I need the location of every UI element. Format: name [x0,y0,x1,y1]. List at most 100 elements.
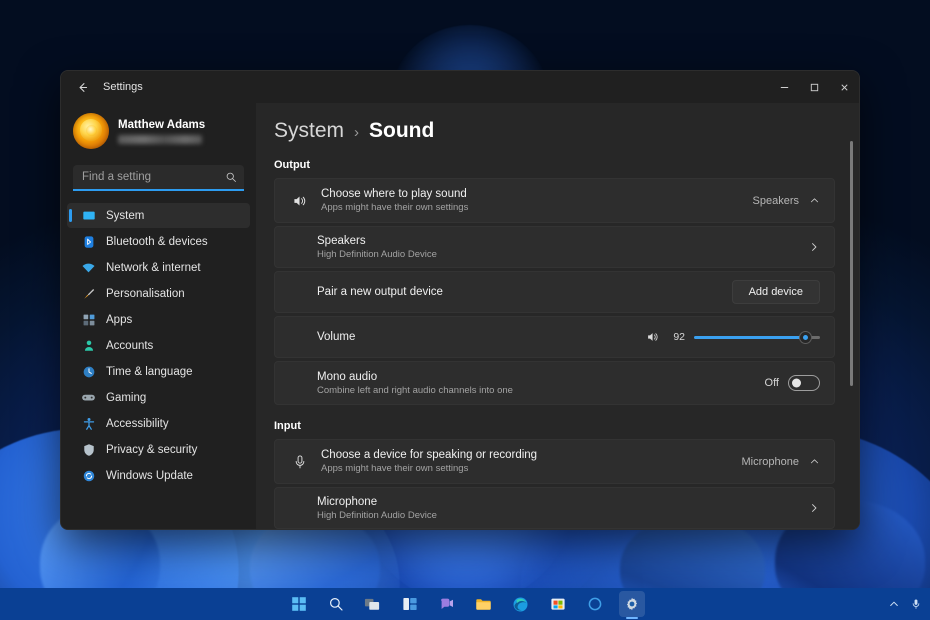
search-icon[interactable] [323,591,349,617]
taskbar-apps [286,591,645,617]
input-chooser-right: Microphone [742,456,820,468]
avatar [73,113,109,149]
sidebar-item-system[interactable]: System [67,203,250,228]
mono-audio-row: Mono audio Combine left and right audio … [274,361,835,405]
output-section: Choose where to play sound Apps might ha… [274,178,835,405]
bluetooth-icon [81,234,96,249]
volume-row: Volume 92 [274,316,835,358]
sidebar: Matthew Adams [61,103,256,529]
edge-icon[interactable] [508,591,534,617]
taskbar [0,588,930,620]
microphone-tray-icon[interactable] [910,598,922,610]
sidebar-item-label: Bluetooth & devices [106,236,208,248]
store-icon[interactable] [545,591,571,617]
output-device-title: Speakers [317,235,808,247]
update-icon [81,468,96,483]
sidebar-item-network-internet[interactable]: Network & internet [67,255,250,280]
sidebar-item-personalisation[interactable]: Personalisation [67,281,250,306]
sidebar-item-windows-update[interactable]: Windows Update [67,463,250,488]
window-titlebar: Settings [61,71,859,103]
profile-text: Matthew Adams [118,119,205,144]
start-icon[interactable] [286,591,312,617]
sidebar-item-gaming[interactable]: Gaming [67,385,250,410]
profile-email-masked [118,135,202,144]
volume-text: Volume [317,331,646,343]
input-device-title: Microphone [317,496,808,508]
settings-window: Settings Matthew Adams [60,70,860,530]
search-input[interactable] [73,165,244,191]
output-pair-text: Pair a new output device [317,286,732,298]
clock-globe-icon [81,364,96,379]
mono-audio-text: Mono audio Combine left and right audio … [317,371,765,396]
output-chooser-text: Choose where to play sound Apps might ha… [321,188,753,213]
teams-icon[interactable] [434,591,460,617]
input-device-text: Microphone High Definition Audio Device [317,496,808,521]
output-pair-title: Pair a new output device [317,286,732,298]
sidebar-item-privacy-security[interactable]: Privacy & security [67,437,250,462]
desktop: Settings Matthew Adams [0,0,930,620]
cortana-icon[interactable] [582,591,608,617]
sidebar-item-label: Privacy & security [106,444,197,456]
minimize-button[interactable] [769,71,799,103]
accessibility-icon [81,416,96,431]
speaker-icon[interactable] [646,330,660,344]
sidebar-item-apps[interactable]: Apps [67,307,250,332]
sidebar-item-label: Network & internet [106,262,201,274]
content-pane: System › Sound Output [256,103,859,529]
input-chooser-title: Choose a device for speaking or recordin… [321,449,742,461]
output-device-row[interactable]: Speakers High Definition Audio Device [274,226,835,268]
monitor-icon [81,208,96,223]
window-title: Settings [103,81,143,93]
sidebar-item-time-language[interactable]: Time & language [67,359,250,384]
chevron-up-icon[interactable] [809,456,820,467]
chevron-right-icon[interactable] [808,241,820,253]
input-section: Choose a device for speaking or recordin… [274,439,835,529]
speaker-icon [289,193,311,209]
user-profile[interactable]: Matthew Adams [67,107,250,155]
mono-audio-control: Off [765,375,820,391]
output-chooser-right: Speakers [753,195,820,207]
volume-slider-thumb[interactable] [800,332,811,343]
volume-control: 92 [646,329,820,345]
mono-audio-title: Mono audio [317,371,765,383]
window-controls [769,71,859,103]
input-device-row[interactable]: Microphone High Definition Audio Device [274,487,835,529]
page-title: Sound [369,119,434,143]
apps-grid-icon [81,312,96,327]
show-hidden-icons-icon[interactable] [888,598,900,610]
content-scrollbar[interactable] [850,141,853,526]
volume-value: 92 [669,331,685,343]
file-explorer-icon[interactable] [471,591,497,617]
chevron-up-icon[interactable] [809,195,820,206]
sidebar-nav: System Bluetooth & devices [67,203,250,494]
breadcrumb-separator-icon: › [354,124,359,141]
search-box [73,165,244,191]
output-device-chooser[interactable]: Choose where to play sound Apps might ha… [274,178,835,223]
chevron-right-icon[interactable] [808,502,820,514]
mono-audio-subtitle: Combine left and right audio channels in… [317,385,765,396]
sidebar-item-label: Time & language [106,366,193,378]
shield-icon [81,442,96,457]
settings-icon[interactable] [619,591,645,617]
mono-audio-toggle[interactable] [788,375,820,391]
window-body: Matthew Adams [61,103,859,529]
close-button[interactable] [829,71,859,103]
sidebar-item-bluetooth-devices[interactable]: Bluetooth & devices [67,229,250,254]
output-device-subtitle: High Definition Audio Device [317,249,808,260]
search-icon[interactable] [225,170,237,188]
toggle-knob [792,379,801,388]
volume-slider[interactable] [694,329,820,345]
wifi-icon [81,260,96,275]
output-device-text: Speakers High Definition Audio Device [317,235,808,260]
maximize-button[interactable] [799,71,829,103]
add-output-device-button[interactable]: Add device [732,280,820,304]
scrollbar-thumb[interactable] [850,141,853,386]
sidebar-item-accessibility[interactable]: Accessibility [67,411,250,436]
widgets-icon[interactable] [397,591,423,617]
task-view-icon[interactable] [360,591,386,617]
sidebar-item-accounts[interactable]: Accounts [67,333,250,358]
output-section-label: Output [274,159,835,171]
breadcrumb-parent[interactable]: System [274,119,344,143]
input-device-chooser[interactable]: Choose a device for speaking or recordin… [274,439,835,484]
back-button[interactable] [67,75,97,99]
